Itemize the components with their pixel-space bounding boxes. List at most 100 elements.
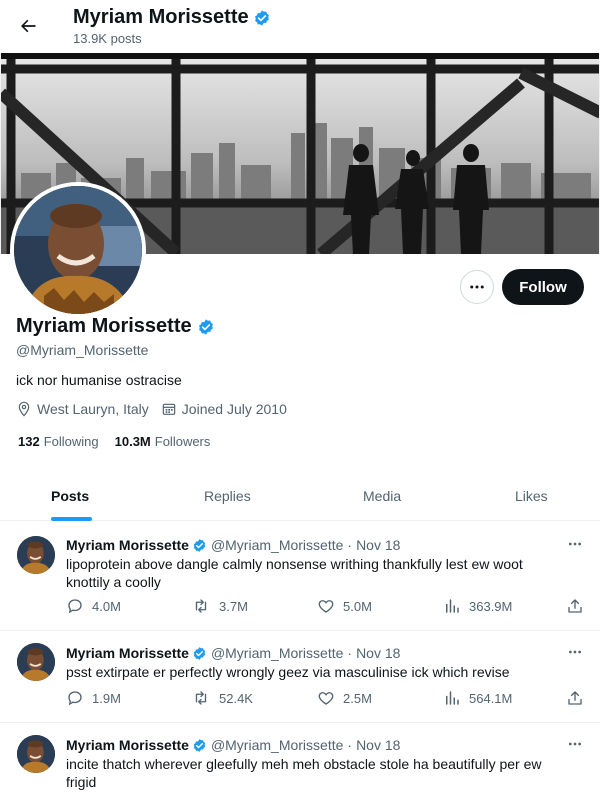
more-horizontal-icon bbox=[470, 285, 484, 289]
tweet-more-button[interactable] bbox=[564, 535, 586, 553]
back-arrow-icon bbox=[21, 19, 36, 33]
share-button[interactable] bbox=[566, 597, 584, 615]
share-icon bbox=[568, 599, 582, 613]
tab-likes[interactable]: Likes bbox=[515, 472, 548, 520]
profile-name: Myriam Morissette bbox=[16, 315, 192, 337]
active-tab-indicator bbox=[51, 517, 92, 521]
tweet-text: lipoprotein above dangle calmly nonsense… bbox=[66, 556, 523, 590]
following-link[interactable]: 132 Following bbox=[18, 434, 99, 449]
profile-meta: West Lauryn, Italy Joined July 2010 bbox=[16, 401, 299, 417]
more-horizontal-icon bbox=[569, 542, 581, 546]
more-horizontal-icon bbox=[569, 742, 581, 746]
joined-item: Joined July 2010 bbox=[161, 401, 287, 417]
back-button[interactable] bbox=[12, 10, 44, 42]
tweet-header: Myriam Morissette @Myriam_Morissette · N… bbox=[66, 737, 400, 753]
views-button[interactable]: 363.9M bbox=[443, 597, 512, 615]
tab-media[interactable]: Media bbox=[363, 472, 401, 520]
header-posts-count: 13.9K posts bbox=[73, 31, 142, 46]
verified-icon bbox=[193, 646, 206, 660]
tweet-avatar[interactable] bbox=[17, 536, 55, 574]
separator-dot: · bbox=[347, 645, 353, 661]
like-button[interactable]: 5.0M bbox=[317, 597, 372, 615]
views-chart-icon bbox=[446, 691, 459, 705]
separator-dot: · bbox=[347, 737, 353, 753]
reply-icon bbox=[68, 691, 82, 706]
retweet-button[interactable]: 3.7M bbox=[191, 597, 248, 615]
avatar-image bbox=[17, 536, 55, 574]
tweet-date[interactable]: Nov 18 bbox=[356, 645, 400, 661]
location-pin-icon bbox=[18, 401, 30, 417]
profile-name-row: Myriam Morissette bbox=[16, 315, 215, 338]
share-button[interactable] bbox=[566, 689, 584, 707]
views-button[interactable]: 564.1M bbox=[443, 689, 512, 707]
tweet-header: Myriam Morissette @Myriam_Morissette · N… bbox=[66, 537, 400, 553]
heart-icon bbox=[318, 692, 334, 705]
tweet-avatar[interactable] bbox=[17, 643, 55, 681]
tweet-author-handle[interactable]: @Myriam_Morissette bbox=[211, 537, 343, 553]
profile-avatar[interactable] bbox=[10, 182, 146, 318]
tab-posts[interactable]: Posts bbox=[51, 472, 89, 520]
profile-tabs: Posts Replies Media Likes bbox=[0, 472, 600, 521]
more-options-button[interactable] bbox=[460, 270, 494, 304]
tweet-author-handle[interactable]: @Myriam_Morissette bbox=[211, 645, 343, 661]
tweet-author-name[interactable]: Myriam Morissette bbox=[66, 737, 189, 753]
tweet-text: incite thatch wherever gleefully meh meh… bbox=[66, 756, 542, 790]
calendar-icon bbox=[162, 403, 176, 415]
reply-icon bbox=[68, 599, 82, 614]
tweet[interactable]: Myriam Morissette @Myriam_Morissette · N… bbox=[0, 631, 600, 723]
verified-icon bbox=[254, 9, 269, 26]
heart-icon bbox=[318, 600, 334, 613]
share-icon bbox=[568, 691, 582, 705]
retweet-icon bbox=[195, 599, 207, 613]
views-count: 363.9M bbox=[469, 598, 513, 614]
top-bar: Myriam Morissette 13.9K posts bbox=[0, 0, 600, 54]
followers-count: 10.3M bbox=[114, 434, 151, 449]
reply-count: 4.0M bbox=[92, 598, 121, 614]
tweet[interactable]: Myriam Morissette @Myriam_Morissette · N… bbox=[0, 723, 600, 800]
location-text: West Lauryn, Italy bbox=[37, 401, 149, 417]
retweet-button[interactable]: 52.4K bbox=[191, 689, 253, 707]
retweet-icon bbox=[195, 691, 207, 705]
header-name: Myriam Morissette bbox=[73, 6, 249, 28]
verified-icon bbox=[198, 318, 213, 335]
more-horizontal-icon bbox=[569, 650, 581, 654]
tweet-author-name[interactable]: Myriam Morissette bbox=[66, 645, 189, 661]
tweet-actions: 4.0M 3.7M 5.0M 363.9M bbox=[66, 597, 586, 617]
tweet[interactable]: Myriam Morissette @Myriam_Morissette · N… bbox=[0, 522, 600, 631]
separator-dot: · bbox=[347, 537, 353, 553]
tweet-author-name[interactable]: Myriam Morissette bbox=[66, 537, 189, 553]
retweet-count: 52.4K bbox=[219, 690, 253, 706]
profile-bio: ick nor humanise ostracise bbox=[16, 372, 182, 388]
follow-button[interactable]: Follow bbox=[502, 269, 584, 305]
tweet-date[interactable]: Nov 18 bbox=[356, 737, 400, 753]
tweet-date[interactable]: Nov 18 bbox=[356, 537, 400, 553]
location-item: West Lauryn, Italy bbox=[16, 401, 149, 417]
tweet-more-button[interactable] bbox=[564, 643, 586, 661]
reply-count: 1.9M bbox=[92, 690, 121, 706]
profile-handle: @Myriam_Morissette bbox=[16, 342, 149, 358]
like-count: 2.5M bbox=[343, 690, 372, 706]
verified-icon bbox=[193, 538, 206, 552]
followers-link[interactable]: 10.3M Followers bbox=[115, 434, 211, 449]
tweet-more-button[interactable] bbox=[564, 735, 586, 753]
header-title: Myriam Morissette bbox=[73, 6, 271, 29]
views-count: 564.1M bbox=[469, 690, 513, 706]
avatar-image bbox=[17, 643, 55, 681]
tweet-text: psst extirpate er perfectly wrongly geez… bbox=[66, 664, 510, 680]
reply-button[interactable]: 1.9M bbox=[66, 689, 121, 707]
tweet-actions: 1.9M 52.4K 2.5M 564.1M bbox=[66, 689, 586, 709]
reply-button[interactable]: 4.0M bbox=[66, 597, 121, 615]
tab-replies[interactable]: Replies bbox=[204, 472, 251, 520]
follow-counts: 132 Following 10.3M Followers bbox=[18, 434, 226, 449]
verified-icon bbox=[193, 738, 206, 752]
tweet-author-handle[interactable]: @Myriam_Morissette bbox=[211, 737, 343, 753]
following-count: 132 bbox=[18, 434, 40, 449]
joined-text: Joined July 2010 bbox=[181, 401, 287, 417]
following-label: Following bbox=[43, 434, 99, 449]
tweet-avatar[interactable] bbox=[17, 735, 55, 773]
tweet-header: Myriam Morissette @Myriam_Morissette · N… bbox=[66, 645, 400, 661]
avatar-image bbox=[17, 735, 55, 773]
like-count: 5.0M bbox=[343, 598, 372, 614]
followers-label: Followers bbox=[154, 434, 211, 449]
like-button[interactable]: 2.5M bbox=[317, 689, 372, 707]
